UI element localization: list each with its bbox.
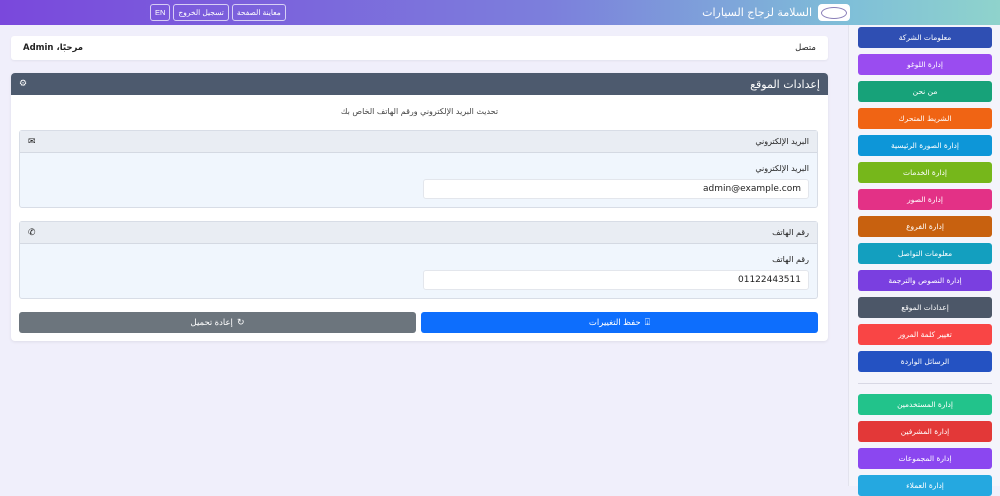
sidebar-item[interactable]: الشريط المتحرك bbox=[858, 108, 992, 129]
sidebar-item[interactable]: معلومات التواصل bbox=[858, 243, 992, 264]
envelope-icon: ✉ bbox=[28, 136, 36, 147]
email-section: البريد الإلكتروني ✉ البريد الإلكتروني bbox=[19, 130, 818, 208]
sidebar-item[interactable]: تغيير كلمة المرور bbox=[858, 324, 992, 345]
phone-section-title: رقم الهاتف bbox=[772, 228, 809, 237]
email-input[interactable] bbox=[423, 179, 809, 199]
sidebar-item[interactable]: إدارة الفروع bbox=[858, 216, 992, 237]
phone-input[interactable] bbox=[423, 270, 809, 290]
sidebar: معلومات الشركة إدارة اللوغو من نحن الشريط ا… bbox=[848, 25, 1000, 496]
sidebar-item[interactable]: إدارة الصور bbox=[858, 189, 992, 210]
logo-icon bbox=[818, 4, 850, 21]
phone-label: رقم الهاتف bbox=[772, 255, 809, 264]
email-section-title: البريد الإلكتروني bbox=[755, 137, 809, 146]
sidebar-divider bbox=[858, 383, 992, 384]
sidebar-item[interactable]: إدارة النصوص والترجمة bbox=[858, 270, 992, 291]
welcome-bar: متصل مرحبًا، Admin bbox=[11, 36, 828, 60]
sidebar-item[interactable]: من نحن bbox=[858, 81, 992, 102]
status-text: متصل bbox=[795, 43, 816, 53]
logout-button[interactable]: تسجيل الخروج bbox=[173, 4, 229, 21]
sidebar-item[interactable]: إدارة المستخدمين bbox=[858, 394, 992, 415]
sidebar-item[interactable]: إدارة المشرفين bbox=[858, 421, 992, 442]
brand[interactable]: السلامة لزجاج السيارات bbox=[702, 4, 850, 21]
site-settings-card: إعدادات الموقع ⚙ تحديث البريد الإلكتروني… bbox=[11, 73, 828, 341]
save-changes-button[interactable]: ⍗ حفظ التغييرات bbox=[421, 312, 818, 333]
phone-section: رقم الهاتف ✆ رقم الهاتف bbox=[19, 221, 818, 299]
sidebar-item[interactable]: إدارة المجموعات bbox=[858, 448, 992, 469]
reload-button[interactable]: ↻ إعادة تحميل bbox=[19, 312, 416, 333]
sidebar-item[interactable]: معلومات الشركة bbox=[858, 27, 992, 48]
top-navbar: السلامة لزجاج السيارات EN تسجيل الخروج م… bbox=[0, 0, 1000, 25]
save-label: حفظ التغييرات bbox=[588, 317, 641, 327]
sidebar-item[interactable]: إدارة الصورة الرئيسية bbox=[858, 135, 992, 156]
gear-icon: ⚙ bbox=[19, 79, 28, 89]
sidebar-item[interactable]: الرسائل الواردة bbox=[858, 351, 992, 372]
sidebar-item[interactable]: إدارة الخدمات bbox=[858, 162, 992, 183]
brand-name: السلامة لزجاج السيارات bbox=[702, 6, 812, 19]
card-subtitle: تحديث البريد الإلكتروني ورقم الهاتف الخا… bbox=[340, 107, 499, 116]
preview-page-button[interactable]: معاينة الصفحة bbox=[231, 4, 286, 21]
email-label: البريد الإلكتروني bbox=[755, 164, 809, 173]
greeting: مرحبًا، Admin bbox=[23, 43, 84, 53]
reload-label: إعادة تحميل bbox=[190, 317, 233, 327]
card-title: إعدادات الموقع bbox=[750, 77, 820, 91]
sidebar-item[interactable]: إدارة اللوغو bbox=[858, 54, 992, 75]
language-button[interactable]: EN bbox=[150, 4, 171, 21]
refresh-icon: ↻ bbox=[236, 317, 245, 327]
phone-icon: ✆ bbox=[28, 227, 36, 238]
save-icon: ⍗ bbox=[644, 317, 651, 327]
sidebar-item[interactable]: إعدادات الموقع bbox=[858, 297, 992, 318]
